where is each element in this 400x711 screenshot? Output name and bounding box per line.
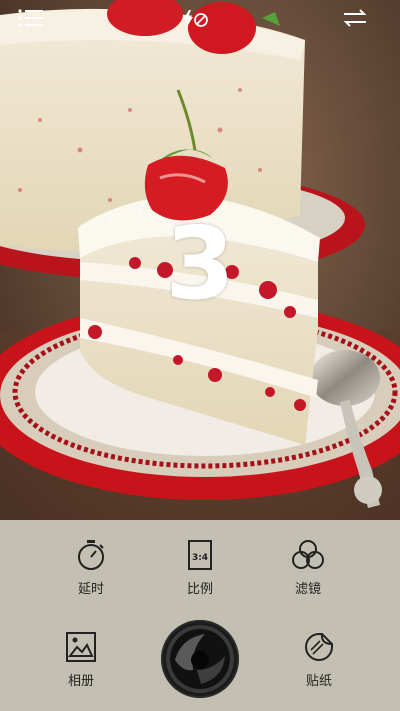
aspect-ratio-icon: 3:4	[188, 540, 212, 570]
sticker-label: 贴纸	[305, 674, 332, 689]
camera-viewfinder[interactable]: 3	[0, 0, 400, 520]
shutter-button[interactable]	[161, 620, 239, 698]
switch-camera-button[interactable]	[342, 8, 376, 38]
ratio-button[interactable]: 3:4 比例	[165, 538, 235, 597]
menu-button[interactable]	[18, 8, 52, 38]
sticker-icon	[305, 633, 333, 661]
timer-button[interactable]: 延时	[56, 538, 126, 597]
switch-camera-icon	[343, 9, 367, 27]
image-icon	[66, 632, 96, 662]
camera-lens-icon	[166, 625, 234, 693]
filter-label: 滤镜	[294, 582, 321, 597]
hamburger-menu-icon	[18, 9, 43, 27]
countdown-number: 3	[165, 205, 235, 322]
camera-control-panel: 延时 3:4 比例 滤镜 相册 贴纸	[0, 520, 400, 711]
ratio-label: 比例	[186, 582, 213, 597]
album-button[interactable]: 相册	[46, 630, 116, 689]
flash-toggle-button[interactable]	[180, 8, 214, 38]
album-label: 相册	[67, 674, 94, 689]
timer-label: 延时	[77, 582, 104, 597]
sticker-button[interactable]: 贴纸	[284, 630, 354, 689]
flash-off-icon	[183, 10, 208, 28]
filter-button[interactable]: 滤镜	[273, 538, 343, 597]
stopwatch-icon	[78, 540, 104, 570]
ratio-icon-text: 3:4	[192, 553, 208, 563]
filter-circles-icon	[292, 540, 324, 569]
